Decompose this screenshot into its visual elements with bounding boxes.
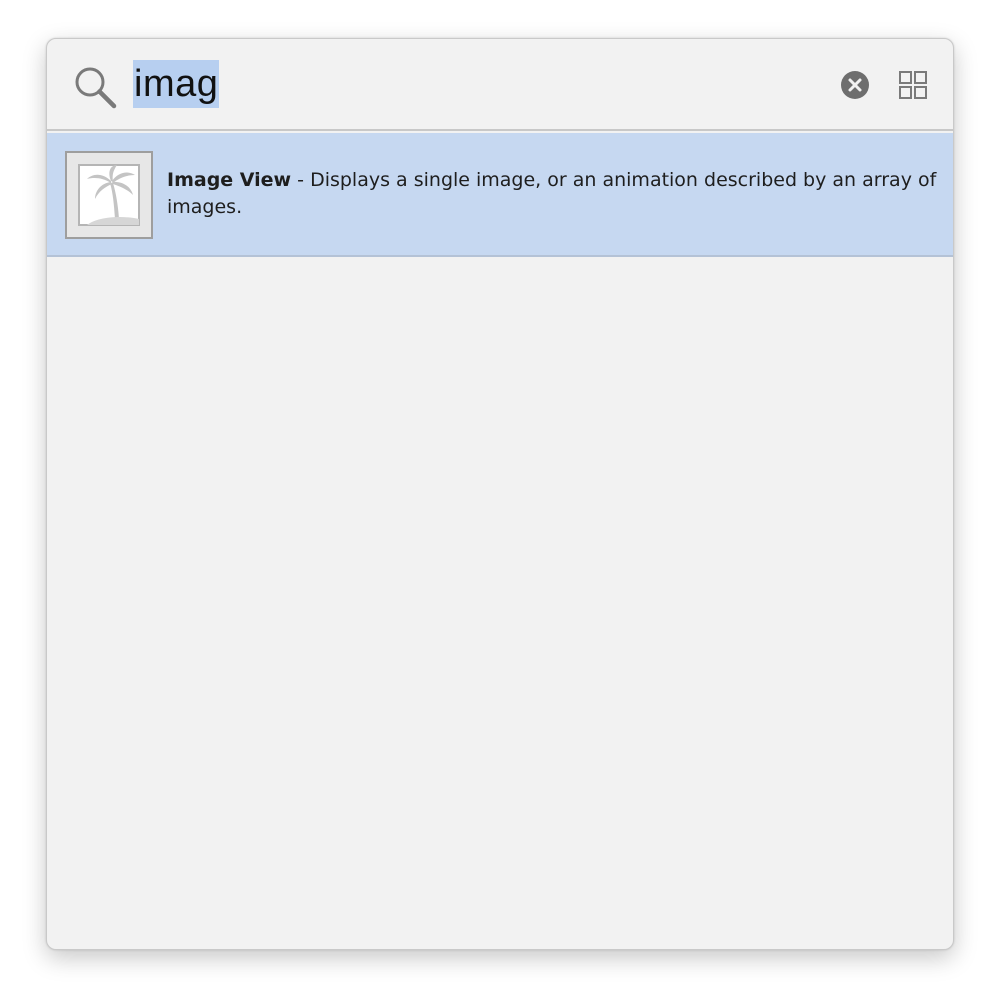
search-query-text: imag — [133, 60, 220, 108]
grid-view-icon[interactable] — [899, 71, 927, 99]
clear-search-icon[interactable] — [841, 71, 869, 99]
search-icon — [73, 65, 117, 109]
search-bar: imag — [47, 39, 953, 131]
search-input[interactable]: imag — [133, 59, 220, 109]
library-panel: imag Image View - Displays a single imag… — [46, 38, 954, 950]
palm-tree-image-icon — [65, 151, 153, 239]
result-description: Image View - Displays a single image, or… — [167, 167, 937, 221]
result-title: Image View — [167, 169, 292, 191]
result-item-image-view[interactable]: Image View - Displays a single image, or… — [47, 133, 953, 257]
result-separator: - — [291, 169, 311, 191]
